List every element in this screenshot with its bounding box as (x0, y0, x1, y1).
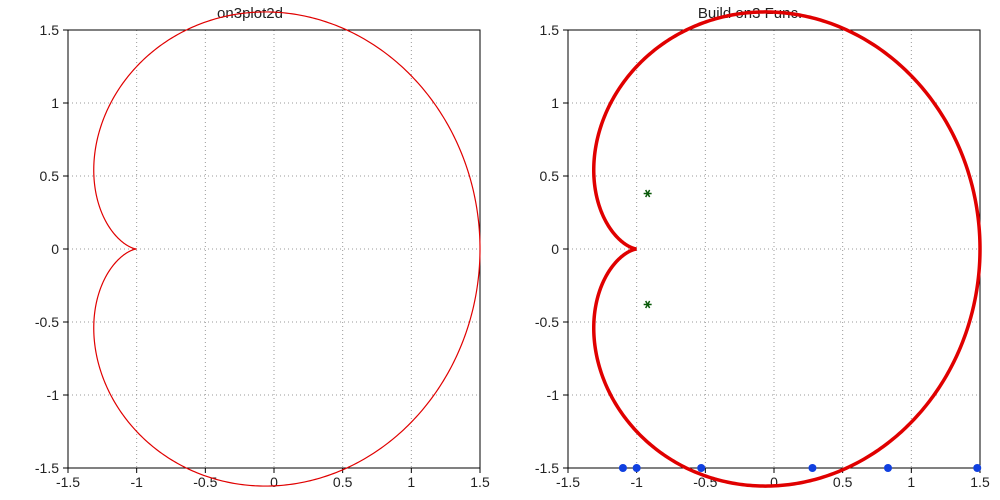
svg-text:1: 1 (51, 95, 59, 111)
svg-text:-1.5: -1.5 (556, 474, 580, 490)
svg-text:-0.5: -0.5 (35, 314, 59, 330)
figure: on3plot2d -1.5-1-0.500.511.5-1.5-1-0.500… (0, 0, 1000, 500)
axes-right: -1.5-1-0.500.511.5-1.5-1-0.500.511.5 (500, 0, 1000, 500)
svg-text:-1: -1 (130, 474, 143, 490)
svg-text:0: 0 (551, 241, 559, 257)
svg-text:-1: -1 (630, 474, 643, 490)
svg-text:0.5: 0.5 (333, 474, 353, 490)
svg-text:1.5: 1.5 (470, 474, 490, 490)
svg-text:-1.5: -1.5 (35, 460, 59, 476)
svg-text:0.5: 0.5 (833, 474, 853, 490)
svg-text:1.5: 1.5 (40, 22, 60, 38)
svg-text:1.5: 1.5 (540, 22, 560, 38)
svg-text:0.5: 0.5 (540, 168, 560, 184)
svg-text:1.5: 1.5 (970, 474, 990, 490)
svg-text:-1: -1 (547, 387, 560, 403)
svg-text:1: 1 (551, 95, 559, 111)
svg-text:0: 0 (270, 474, 278, 490)
svg-text:0: 0 (51, 241, 59, 257)
svg-text:0.5: 0.5 (40, 168, 60, 184)
svg-text:-1.5: -1.5 (535, 460, 559, 476)
axes-left: -1.5-1-0.500.511.5-1.5-1-0.500.511.5 (0, 0, 500, 500)
svg-text:1: 1 (907, 474, 915, 490)
svg-text:-1: -1 (47, 387, 60, 403)
svg-text:-1.5: -1.5 (56, 474, 80, 490)
subplot-right: Build on3 Func. -1.5-1-0.500.511.5-1.5-1… (500, 0, 1000, 500)
svg-text:-0.5: -0.5 (535, 314, 559, 330)
subplot-left: on3plot2d -1.5-1-0.500.511.5-1.5-1-0.500… (0, 0, 500, 500)
svg-text:1: 1 (407, 474, 415, 490)
